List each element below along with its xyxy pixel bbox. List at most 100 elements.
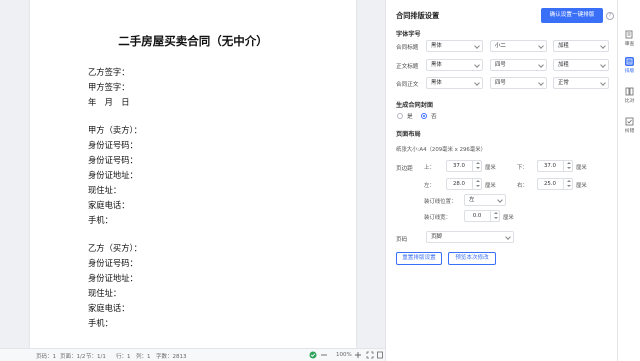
margin-left-label: 左： — [424, 183, 435, 189]
zoom-level: 100% — [336, 352, 352, 358]
status-col: 列：1 — [136, 354, 151, 360]
status-page-no: 页码：1 — [36, 354, 56, 360]
layout-icon — [625, 57, 634, 66]
document-page[interactable]: 二手房屋买卖合同（无中介） 乙方签字： 甲方签字： 年 月 日 甲方（卖方）： … — [30, 0, 356, 348]
doc-line: 手机： — [88, 215, 113, 225]
font-family-select[interactable]: 黑体 — [426, 40, 483, 52]
margin-bottom-label: 下： — [517, 165, 528, 171]
document-area[interactable]: 二手房屋买卖合同（无中介） 乙方签字： 甲方签字： 年 月 日 甲方（卖方）： … — [0, 0, 385, 348]
font-family-select[interactable]: 黑体 — [426, 59, 483, 71]
font-weight-select[interactable]: 加粗 — [553, 59, 609, 71]
layout-settings-panel: 合同排版设置 确认设置一键排版 ? 字体字号 合同标题 黑体 小二 加粗 正文标… — [385, 0, 617, 361]
doc-line: 身份证号码： — [88, 140, 138, 150]
font-family-select[interactable]: 黑体 — [426, 77, 483, 89]
margin-right-unit: 厘米 — [576, 183, 587, 189]
margin-right-input[interactable]: 25.0 — [537, 178, 573, 190]
status-word-count: 字数：2813 — [156, 354, 187, 360]
page-number-select[interactable]: 页脚 — [426, 231, 514, 243]
cover-yes-radio[interactable] — [397, 113, 403, 119]
stepper-icon[interactable] — [563, 161, 572, 171]
paper-size-text: 纸张大小:A4（209毫米 x 296毫米） — [396, 147, 487, 153]
doc-line: 家庭电话： — [88, 200, 130, 210]
doc-line: 手机： — [88, 318, 113, 328]
gutter-width-input[interactable]: 0.0 — [464, 210, 500, 222]
chevron-down-icon — [600, 80, 606, 86]
margin-top-input[interactable]: 37.0 — [446, 160, 482, 172]
compare-icon — [625, 87, 634, 96]
rail-label: 比对 — [624, 99, 635, 104]
chevron-down-icon — [538, 62, 544, 68]
chevron-down-icon — [538, 43, 544, 49]
rail-item-layout[interactable]: 排版 — [618, 57, 640, 74]
doc-line: 乙方签字： — [88, 67, 130, 77]
cover-no-radio[interactable] — [421, 113, 427, 119]
font-section-title: 字体字号 — [396, 31, 421, 38]
font-row-label: 合同正文 — [396, 82, 419, 88]
page-number-label: 页码 — [396, 237, 408, 243]
doc-line: 乙方（买方）： — [88, 243, 142, 253]
rail-label: 排版 — [624, 69, 635, 74]
rail-item-proofread[interactable]: 纠错 — [618, 117, 640, 134]
rail-item-compare[interactable]: 比对 — [618, 87, 640, 104]
doc-line: 现住址： — [88, 185, 122, 195]
review-icon — [625, 30, 633, 39]
chevron-down-icon — [497, 197, 503, 203]
zoom-out-icon[interactable] — [320, 351, 328, 359]
margin-top-unit: 厘米 — [485, 165, 496, 171]
cover-yes-label: 是 — [407, 114, 413, 120]
font-size-select[interactable]: 小二 — [490, 40, 547, 52]
chevron-down-icon — [474, 62, 480, 68]
margin-top-label: 上： — [424, 165, 435, 171]
stepper-icon[interactable] — [490, 211, 499, 221]
gutter-width-label: 装订线宽： — [424, 215, 451, 221]
font-row-label: 合同标题 — [396, 45, 419, 51]
rail-label: 审查 — [624, 42, 635, 47]
chevron-down-icon — [505, 234, 511, 240]
doc-line: 年 月 日 — [88, 97, 130, 107]
doc-line: 身份证号码： — [88, 155, 138, 165]
reset-layout-button[interactable]: 重置排版设置 — [396, 252, 442, 265]
panel-title: 合同排版设置 — [396, 11, 440, 20]
spellcheck-icon[interactable] — [309, 351, 317, 359]
chevron-down-icon — [600, 43, 606, 49]
doc-line: 身份证地址： — [88, 273, 138, 283]
margin-left-unit: 厘米 — [485, 183, 496, 189]
cover-section-title: 生成合同封面 — [396, 102, 434, 109]
margin-label: 页边距 — [396, 166, 413, 172]
layout-section-title: 页面布局 — [396, 131, 421, 138]
font-size-select[interactable]: 四号 — [490, 77, 547, 89]
chevron-down-icon — [474, 43, 480, 49]
doc-line: 甲方（卖方）： — [88, 125, 142, 135]
stepper-icon[interactable] — [472, 161, 481, 171]
doc-line: 家庭电话： — [88, 303, 130, 313]
apply-layout-button[interactable]: 确认设置一键排版 — [541, 8, 603, 23]
status-section: 节：1/1 — [86, 354, 106, 360]
margin-right-label: 右： — [517, 183, 528, 189]
doc-line: 现住址： — [88, 288, 122, 298]
gutter-position-select[interactable]: 左 — [464, 194, 506, 206]
proofread-icon — [625, 117, 634, 126]
cover-no-label: 否 — [431, 114, 437, 120]
doc-line: 甲方签字： — [88, 82, 130, 92]
status-row: 行：1 — [116, 354, 131, 360]
zoom-in-icon[interactable] — [354, 351, 362, 359]
margin-bottom-unit: 厘米 — [576, 165, 587, 171]
help-icon[interactable]: ? — [606, 12, 614, 20]
fit-page-icon[interactable] — [376, 351, 384, 359]
chevron-down-icon — [474, 80, 480, 86]
preview-changes-button[interactable]: 预览本次修改 — [448, 252, 496, 265]
doc-line: 身份证地址： — [88, 170, 138, 180]
gutter-width-unit: 厘米 — [503, 215, 514, 221]
status-bar: 页码：1 页面：1/2 节：1/1 行：1 列：1 字数：2813 100% — [0, 348, 385, 361]
rail-item-review[interactable]: 审查 — [618, 30, 640, 47]
status-page-count: 页面：1/2 — [60, 354, 86, 360]
margin-left-input[interactable]: 28.0 — [446, 178, 482, 190]
fullscreen-icon[interactable] — [366, 351, 374, 359]
stepper-icon[interactable] — [563, 179, 572, 189]
font-weight-select[interactable]: 正常 — [553, 77, 609, 89]
stepper-icon[interactable] — [472, 179, 481, 189]
margin-bottom-input[interactable]: 37.0 — [537, 160, 573, 172]
font-size-select[interactable]: 四号 — [490, 59, 547, 71]
font-weight-select[interactable]: 加粗 — [553, 40, 609, 52]
rail-label: 纠错 — [624, 129, 635, 134]
